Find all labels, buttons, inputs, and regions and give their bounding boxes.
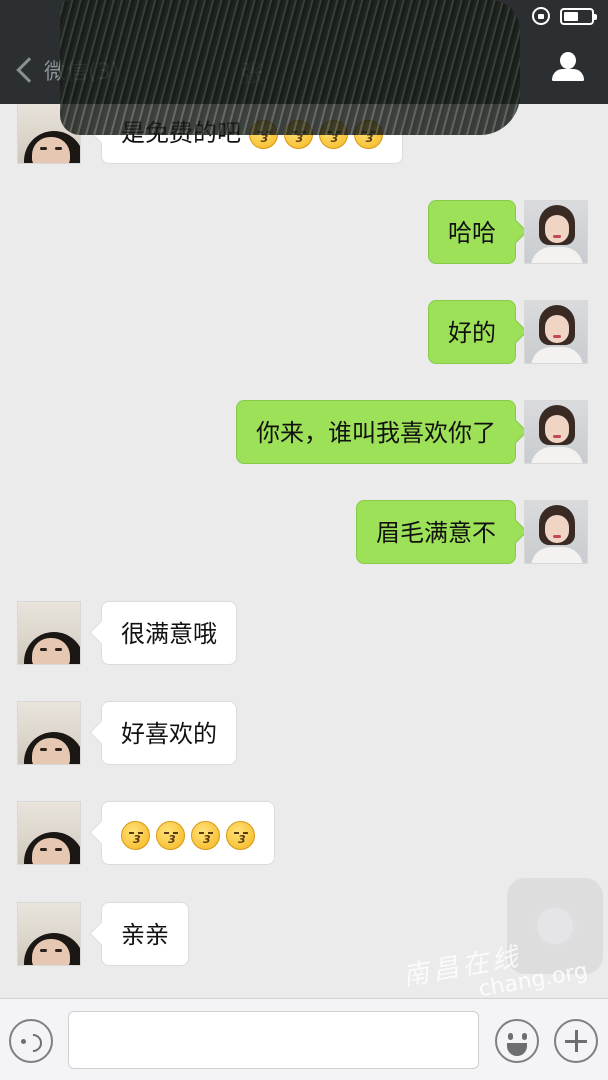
- kissing-face-icon: [156, 820, 185, 850]
- message-input[interactable]: [68, 1011, 479, 1069]
- kissing-face-icon: [226, 820, 255, 850]
- message-text: 哈哈: [448, 219, 496, 247]
- message-bubble-incoming[interactable]: 好喜欢的: [101, 701, 237, 765]
- message-bubble-incoming[interactable]: 很满意哦: [101, 601, 237, 665]
- friend-avatar[interactable]: [17, 701, 81, 765]
- plus-icon[interactable]: [554, 1019, 598, 1063]
- kissing-face-icon: [121, 820, 150, 850]
- message-text: 很满意哦: [121, 620, 217, 648]
- message-bubble-outgoing[interactable]: 你来，谁叫我喜欢你了: [236, 400, 516, 464]
- battery-icon: [560, 7, 597, 25]
- message-text: 好的: [448, 319, 496, 347]
- friend-avatar[interactable]: [17, 801, 81, 865]
- assistive-touch-ring: [533, 904, 577, 948]
- input-bar: [0, 998, 608, 1080]
- message-bubble-incoming[interactable]: 亲亲: [101, 902, 189, 966]
- redaction-scribble: [60, 0, 520, 135]
- battery-level: [564, 11, 578, 21]
- back-chevron-icon: [16, 57, 42, 83]
- profile-icon: [560, 52, 576, 69]
- emoji-group: [121, 820, 255, 850]
- message-text: 亲亲: [121, 921, 169, 949]
- message-text: 眉毛满意不: [376, 519, 496, 547]
- message-bubble-outgoing[interactable]: 哈哈: [428, 200, 516, 264]
- message-bubble-outgoing[interactable]: 好的: [428, 300, 516, 364]
- chat-area: 是免费的吧 哈哈 好的 你来，谁叫我喜欢你了: [0, 0, 608, 998]
- voice-icon[interactable]: [9, 1019, 53, 1063]
- emoji-icon[interactable]: [495, 1019, 539, 1063]
- profile-icon-body: [552, 69, 584, 81]
- message-bubble-outgoing[interactable]: 眉毛满意不: [356, 500, 516, 564]
- status-icons: [532, 7, 597, 25]
- self-avatar[interactable]: [524, 200, 588, 264]
- kissing-face-icon: [191, 820, 220, 850]
- rotation-lock-icon: [532, 7, 550, 25]
- friend-avatar[interactable]: [17, 902, 81, 966]
- message-bubble-incoming[interactable]: [101, 801, 275, 865]
- friend-avatar[interactable]: [17, 601, 81, 665]
- self-avatar[interactable]: [524, 300, 588, 364]
- message-text: 好喜欢的: [121, 720, 217, 748]
- message-text: 你来，谁叫我喜欢你了: [256, 419, 496, 447]
- self-avatar[interactable]: [524, 400, 588, 464]
- chat-info-button[interactable]: [550, 50, 586, 86]
- self-avatar[interactable]: [524, 500, 588, 564]
